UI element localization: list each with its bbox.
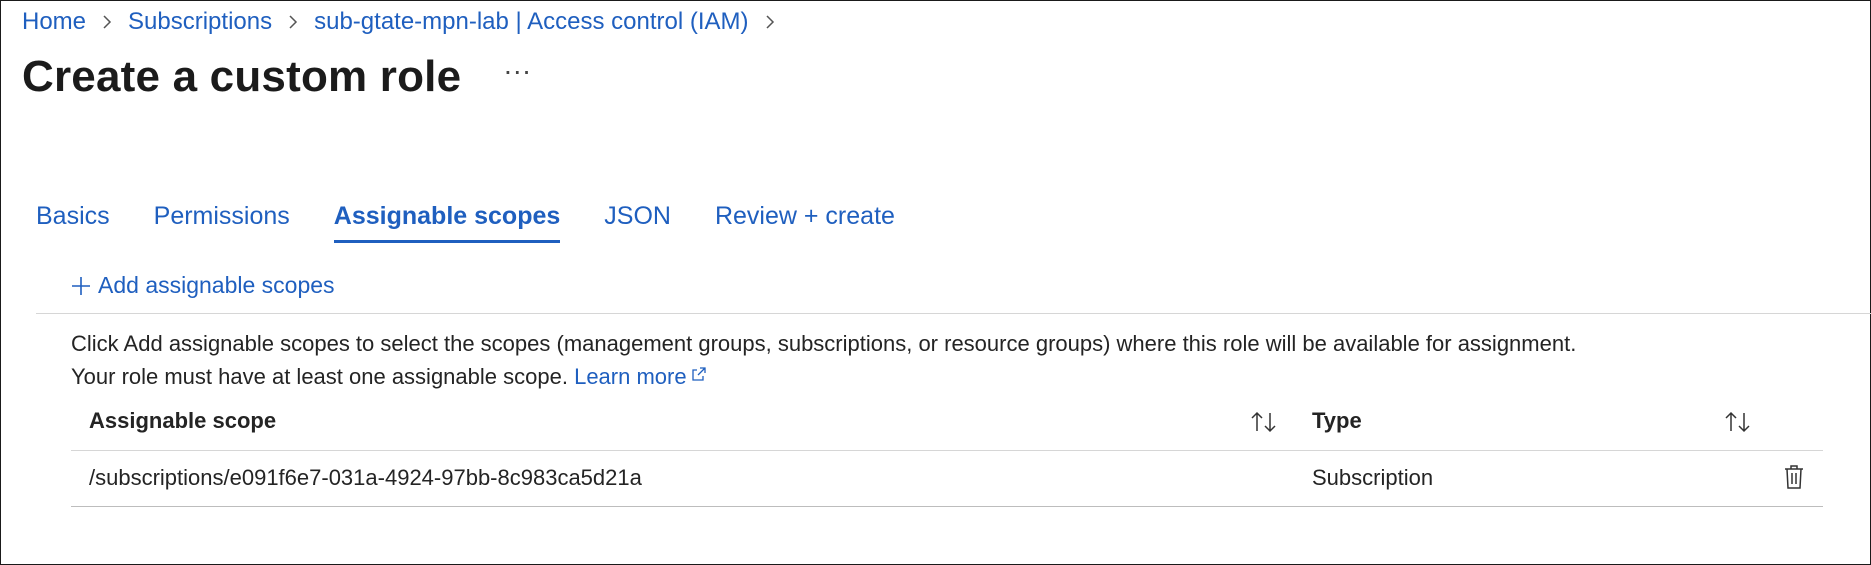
description: Click Add assignable scopes to select th… (71, 328, 1576, 392)
breadcrumb-home[interactable]: Home (22, 8, 86, 36)
tab-review-create[interactable]: Review + create (715, 202, 895, 243)
plus-icon (70, 275, 92, 297)
chevron-right-icon (286, 15, 300, 29)
description-line-2: Your role must have at least one assigna… (71, 359, 1576, 392)
assignable-scopes-table: Assignable scope Type /subscriptions/e09… (71, 400, 1823, 507)
section-divider (36, 313, 1871, 314)
table-header: Assignable scope Type (71, 400, 1823, 451)
tab-basics[interactable]: Basics (36, 202, 110, 243)
description-line-2-text: Your role must have at least one assigna… (71, 364, 568, 389)
breadcrumb-subscriptions[interactable]: Subscriptions (128, 8, 272, 36)
column-header-assignable-scope: Assignable scope (89, 408, 277, 433)
add-assignable-scopes-button[interactable]: Add assignable scopes (70, 272, 335, 299)
learn-more-label: Learn more (574, 364, 687, 389)
tab-json[interactable]: JSON (604, 202, 671, 243)
type-cell: Subscription (1312, 465, 1434, 490)
chevron-right-icon (100, 15, 114, 29)
title-row: Create a custom role ··· (22, 52, 531, 102)
page-title: Create a custom role (22, 52, 462, 101)
sort-icon[interactable] (1249, 410, 1279, 434)
column-header-type: Type (1312, 408, 1362, 433)
tab-permissions[interactable]: Permissions (154, 202, 290, 243)
scope-cell: /subscriptions/e091f6e7-031a-4924-97bb-8… (89, 465, 642, 490)
breadcrumb: Home Subscriptions sub-gtate-mpn-lab | A… (22, 6, 791, 38)
external-link-icon (691, 359, 707, 381)
sort-icon[interactable] (1723, 410, 1753, 434)
table-row: /subscriptions/e091f6e7-031a-4924-97bb-8… (71, 451, 1823, 507)
add-assignable-scopes-label: Add assignable scopes (98, 272, 335, 298)
more-options-button[interactable]: ··· (503, 55, 531, 87)
description-line-1: Click Add assignable scopes to select th… (71, 331, 1577, 356)
tab-bar: Basics Permissions Assignable scopes JSO… (36, 202, 939, 243)
learn-more-link[interactable]: Learn more (574, 364, 707, 389)
delete-icon[interactable] (1783, 464, 1805, 490)
breadcrumb-access-control[interactable]: sub-gtate-mpn-lab | Access control (IAM) (314, 8, 748, 36)
tab-assignable-scopes[interactable]: Assignable scopes (333, 202, 561, 243)
chevron-right-icon (763, 15, 777, 29)
